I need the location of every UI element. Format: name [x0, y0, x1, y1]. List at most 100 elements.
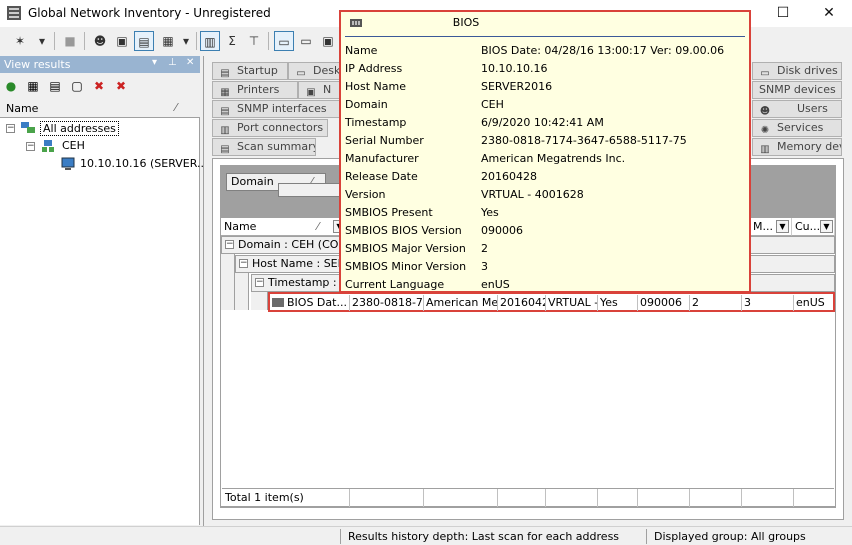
- tree-node-all-addresses[interactable]: − All addresses: [0, 120, 200, 136]
- tooltip-title: BIOS: [452, 16, 480, 29]
- users-icon: ☻: [759, 106, 771, 117]
- users-icon[interactable]: ☻: [90, 31, 110, 51]
- tooltip-row: SMBIOS Present Yes: [345, 204, 749, 222]
- tooltip-row: Host Name SERVER2016: [345, 78, 749, 96]
- scan-wizard-icon[interactable]: ✶: [10, 31, 30, 51]
- desktop-icon: ▭: [296, 68, 306, 79]
- view-icon[interactable]: ▤: [134, 31, 154, 51]
- tooltip-key: Name: [345, 44, 378, 57]
- startup-icon: ▤: [220, 68, 230, 79]
- export-icon[interactable]: ▦: [158, 31, 178, 51]
- status-bar: Results history depth: Last scan for eac…: [0, 526, 852, 545]
- cell-major: 2: [690, 295, 742, 311]
- services-icon: ✺: [760, 125, 770, 136]
- tooltip-key: Host Name: [345, 80, 406, 93]
- memory-icon: ▥: [760, 144, 770, 155]
- group-chip-hostname[interactable]: [278, 183, 340, 197]
- tab-disk-drives[interactable]: ▭ Disk drives: [752, 62, 842, 80]
- cell-smbios-present: Yes: [598, 295, 638, 311]
- chevron-down-icon[interactable]: ▾: [36, 31, 48, 51]
- tooltip-value: VRTUAL - 4001628: [481, 188, 584, 201]
- tooltip-row: SMBIOS BIOS Version 090006: [345, 222, 749, 240]
- cell-name: BIOS Dat...: [270, 295, 350, 311]
- network-icon: ▣: [306, 87, 316, 98]
- chevron-down-icon[interactable]: ▾: [152, 57, 157, 68]
- tooltip-row: SMBIOS Minor Version 3: [345, 258, 749, 276]
- close-icon[interactable]: ✕: [186, 57, 194, 68]
- tooltip-row: IP Address 10.10.10.16: [345, 60, 749, 78]
- column-header-name[interactable]: Name⁄▼: [221, 218, 349, 236]
- status-history-depth: Results history depth: Last scan for eac…: [348, 530, 620, 543]
- total-count: Total 1 item(s): [222, 489, 350, 507]
- clipboard-icon[interactable]: ▤: [46, 77, 64, 95]
- tab-scan-summary[interactable]: ▤ Scan summary: [212, 138, 316, 156]
- tab-snmp-interfaces[interactable]: ▤ SNMP interfaces: [212, 100, 342, 118]
- chip-icon: [272, 298, 284, 307]
- layout-top-icon[interactable]: ▭: [274, 31, 294, 51]
- column-header-current-language[interactable]: Cu... ▼: [792, 218, 835, 236]
- collapse-icon[interactable]: −: [26, 142, 35, 151]
- tooltip-key: SMBIOS BIOS Version: [345, 224, 462, 237]
- computers-icon[interactable]: ▣: [112, 31, 132, 51]
- tooltip-key: Current Language: [345, 278, 445, 291]
- group-icon[interactable]: ▥: [200, 31, 220, 51]
- tooltip-key: SMBIOS Minor Version: [345, 260, 467, 273]
- tab-network[interactable]: ▣ N: [298, 81, 342, 99]
- tab-port-connectors[interactable]: ▥ Port connectors: [212, 119, 328, 137]
- sum-icon[interactable]: Σ: [222, 31, 242, 51]
- stop-icon[interactable]: ■: [60, 31, 80, 51]
- tab-desktop[interactable]: ▭ Desk: [288, 62, 342, 80]
- grid-bottom-border: [220, 507, 836, 508]
- tree-node-ceh[interactable]: − CEH: [0, 138, 200, 154]
- panel-title: View results: [4, 58, 71, 71]
- refresh-icon[interactable]: ●: [2, 77, 20, 95]
- cell-release-date: 2016042: [500, 295, 546, 311]
- chevron-down-icon[interactable]: ▾: [180, 31, 192, 51]
- computer-icon: [61, 157, 75, 170]
- panel-icon[interactable]: ▢: [68, 77, 86, 95]
- network-icon[interactable]: ▦: [24, 77, 42, 95]
- tooltip-key: Timestamp: [345, 116, 407, 129]
- tooltip-key: Manufacturer: [345, 152, 419, 165]
- tooltip-value: 20160428: [481, 170, 537, 183]
- table-row[interactable]: BIOS Dat... 2380-0818-71 American Meg 20…: [268, 292, 835, 312]
- collapse-icon[interactable]: −: [6, 124, 15, 133]
- tab-snmp-devices[interactable]: SNMP devices: [752, 81, 842, 99]
- tree-column-name: Name: [6, 102, 39, 115]
- tab-printers[interactable]: ▦ Printers: [212, 81, 298, 99]
- tooltip-row: Manufacturer American Megatrends Inc.: [345, 150, 749, 168]
- tab-services[interactable]: ✺ Services: [752, 119, 842, 137]
- details-icon[interactable]: ▣: [318, 31, 338, 51]
- maximize-button[interactable]: ☐: [760, 0, 806, 27]
- chevron-down-icon[interactable]: ▼: [820, 220, 833, 233]
- tab-startup[interactable]: ▤ Startup: [212, 62, 288, 80]
- tooltip-value: 10.10.10.16: [481, 62, 548, 75]
- tab-memory-devices[interactable]: ▥Memory devices: [752, 138, 842, 156]
- tooltip-row: Timestamp 6/9/2020 10:42:41 AM: [345, 114, 749, 132]
- collapse-icon[interactable]: −: [255, 278, 264, 287]
- close-button[interactable]: ✕: [806, 0, 852, 27]
- collapse-icon[interactable]: −: [225, 240, 234, 249]
- chevron-down-icon[interactable]: ▼: [776, 220, 789, 233]
- cell-minor: 3: [742, 295, 794, 311]
- tree-node-host[interactable]: 10.10.10.16 (SERVER...: [0, 156, 207, 172]
- tab-users[interactable]: ☻ Users: [752, 100, 842, 118]
- port-icon: ▥: [220, 125, 230, 136]
- delete-all-icon[interactable]: ✖: [112, 77, 130, 95]
- filter-icon[interactable]: ⊤: [244, 31, 264, 51]
- delete-icon[interactable]: ✖: [90, 77, 108, 95]
- column-header-major[interactable]: M... ▼: [750, 218, 792, 236]
- layout-bottom-icon[interactable]: ▭: [296, 31, 316, 51]
- tooltip-value: 2: [481, 242, 488, 255]
- disk-icon: ▭: [760, 68, 770, 79]
- collapse-icon[interactable]: −: [239, 259, 248, 268]
- window-title: Global Network Inventory - Unregistered: [28, 6, 271, 20]
- tooltip-value: BIOS Date: 04/28/16 13:00:17 Ver: 09.00.…: [481, 44, 725, 57]
- tree-label: 10.10.10.16 (SERVER...: [80, 157, 208, 170]
- summary-icon: ▤: [220, 144, 230, 155]
- tree-header[interactable]: Name ⁄: [0, 100, 200, 117]
- tooltip-key: Domain: [345, 98, 388, 111]
- pin-icon[interactable]: ⊥: [168, 57, 177, 68]
- bios-tooltip: BIOS Name BIOS Date: 04/28/16 13:00:17 Ve…: [339, 10, 751, 293]
- tree-label: All addresses: [40, 121, 119, 136]
